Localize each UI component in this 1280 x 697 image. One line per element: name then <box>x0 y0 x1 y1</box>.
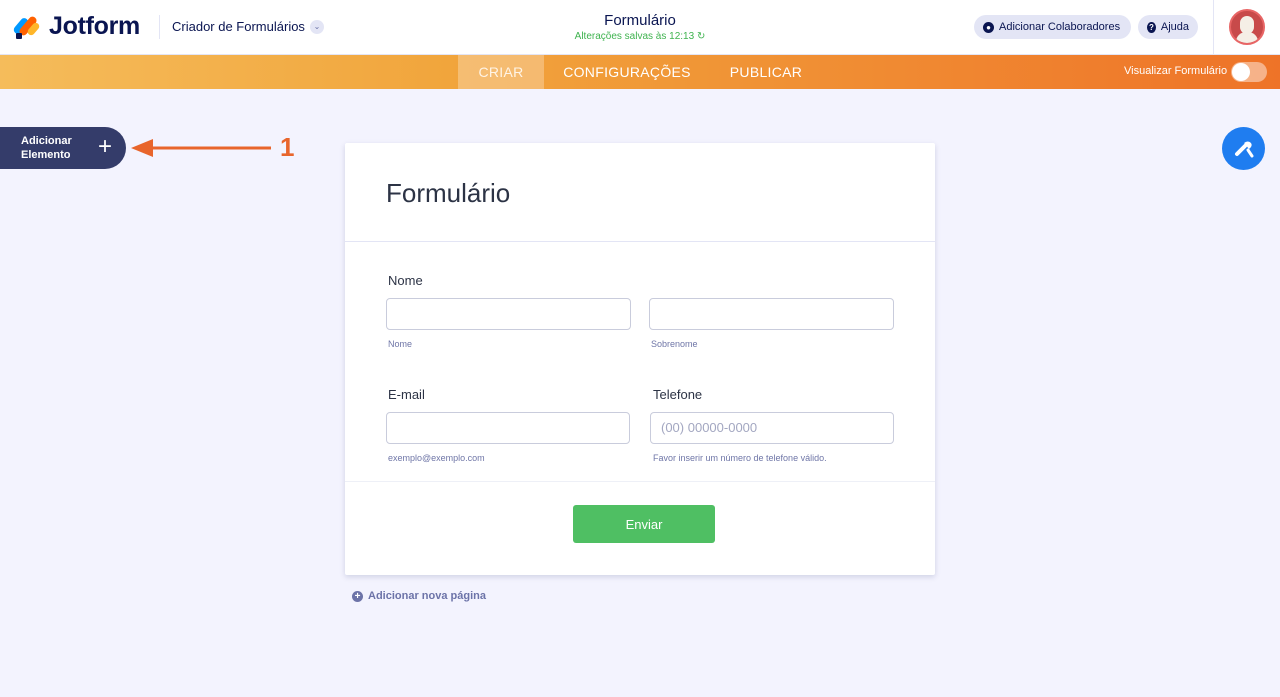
builder-selector[interactable]: Criador de Formulários ⌄ <box>172 19 324 34</box>
header-divider <box>159 15 160 39</box>
email-input[interactable] <box>386 412 630 444</box>
plus-circle-icon: + <box>352 590 363 602</box>
add-page-button[interactable]: + Adicionar nova página <box>352 590 486 602</box>
email-sublabel: exemplo@exemplo.com <box>388 453 485 463</box>
add-element-button[interactable]: Adicionar Elemento + <box>0 127 126 169</box>
save-status: Alterações salvas às 12:13 ↻ <box>540 31 740 42</box>
builder-selector-label: Criador de Formulários <box>172 19 305 34</box>
help-label: Ajuda <box>1160 21 1189 33</box>
email-label: E-mail <box>388 387 425 402</box>
name-label: Nome <box>388 273 423 288</box>
builder-navbar: CRIAR CONFIGURAÇÕES PUBLICAR Visualizar … <box>0 55 1280 89</box>
avatar[interactable] <box>1229 9 1265 45</box>
form-heading[interactable]: Formulário <box>386 178 510 209</box>
phone-label: Telefone <box>653 387 703 402</box>
add-collaborators-button[interactable]: ● Adicionar Colaboradores <box>974 15 1131 39</box>
header-form-title[interactable]: Formulário <box>540 12 740 29</box>
form-title-block: Formulário Alterações salvas às 12:13 ↻ <box>540 12 740 42</box>
last-name-sublabel: Sobrenome <box>651 339 698 349</box>
submit-button[interactable]: Enviar <box>573 505 715 543</box>
form-divider <box>345 241 935 242</box>
paint-roller-icon <box>1234 141 1253 157</box>
tab-configuracoes[interactable]: CONFIGURAÇÕES <box>548 55 706 89</box>
add-page-label: Adicionar nova página <box>368 590 486 602</box>
tab-criar[interactable]: CRIAR <box>458 55 544 89</box>
annotation-number: 1 <box>280 132 295 162</box>
plus-icon: + <box>98 133 113 160</box>
add-element-label: Adicionar Elemento <box>21 135 72 161</box>
logo-text: Jotform <box>49 12 140 40</box>
form-card: Formulário Nome Nome Sobrenome E-mail ex… <box>345 143 935 575</box>
save-status-text: Alterações salvas às 12:13 <box>574 31 695 42</box>
question-icon: ? <box>1147 21 1156 33</box>
preview-form-toggle[interactable] <box>1231 62 1267 82</box>
form-divider-bottom <box>345 481 935 482</box>
help-button[interactable]: ? Ajuda <box>1138 15 1198 39</box>
first-name-sublabel: Nome <box>388 339 413 349</box>
tab-publicar[interactable]: PUBLICAR <box>716 55 816 89</box>
refresh-icon: ↻ <box>696 31 706 42</box>
first-name-input[interactable] <box>386 298 631 330</box>
add-collaborators-label: Adicionar Colaboradores <box>999 21 1121 33</box>
header-divider-right <box>1213 0 1214 55</box>
annotation-arrow-icon <box>131 139 271 157</box>
form-designer-button[interactable] <box>1222 127 1265 170</box>
jotform-logo[interactable]: Jotform <box>12 12 140 41</box>
last-name-input[interactable] <box>649 298 894 330</box>
toggle-knob <box>1232 63 1250 81</box>
user-icon: ● <box>983 21 994 33</box>
top-header: Jotform Criador de Formulários ⌄ Formulá… <box>0 0 1280 55</box>
chevron-down-icon: ⌄ <box>309 19 324 34</box>
preview-form-label: Visualizar Formulário <box>1124 65 1228 77</box>
phone-input[interactable]: (00) 00000-0000 <box>650 412 894 444</box>
jotform-logo-icon <box>12 14 41 40</box>
phone-sublabel: Favor inserir um número de telefone váli… <box>653 453 827 463</box>
